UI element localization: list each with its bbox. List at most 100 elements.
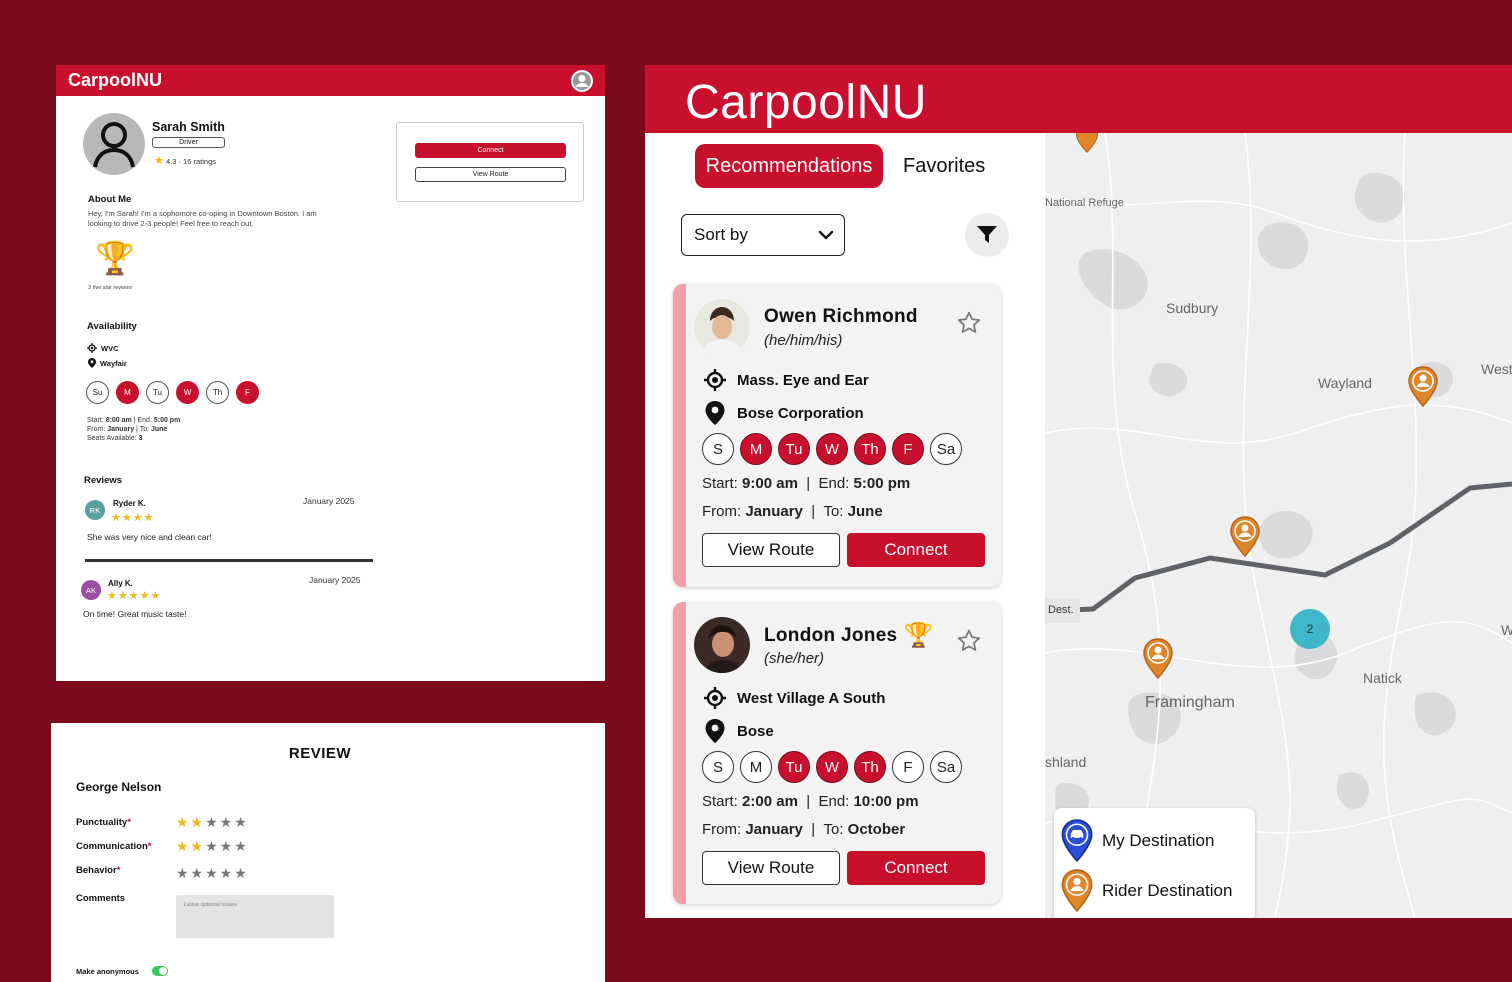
reviewer-avatar: RK [85,500,105,520]
end-time: 5:00 pm [853,475,911,492]
account-icon[interactable] [571,69,593,92]
map-place-label: W [1501,622,1512,638]
day-chip: F [236,381,259,404]
criterion-punctuality: Punctuality* [76,817,131,828]
day-chip: F [892,751,924,783]
day-chip: W [176,381,199,404]
profile-header-bar: CarpoolNU [56,65,605,96]
route-map[interactable]: National Refuge Sudbury Wayland West Fra… [1045,133,1512,918]
reviews-heading: Reviews [84,475,123,486]
anonymous-toggle[interactable] [152,966,168,976]
sort-by-dropdown[interactable]: Sort by [681,214,845,256]
filter-icon [977,226,997,243]
day-chip: S [702,751,734,783]
card-accent-stripe [673,284,686,587]
profile-days: Su M Tu W Th F [86,381,259,404]
reviewer-avatar: AK [81,580,101,600]
day-chip: Sa [930,751,962,783]
legend-row-my-destination: My Destination [1060,819,1214,863]
view-route-button[interactable]: View Route [702,533,840,567]
map-cluster-marker[interactable]: 2 [1290,609,1330,649]
communication-stars[interactable]: ★★★★★ [176,838,249,855]
map-background [1045,133,1512,918]
card-months: From: January | To: June [702,503,883,520]
seats-label: Seats Available: [87,435,137,442]
rating-star-icon: ★ [154,155,164,167]
location-pin-icon [88,358,96,368]
day-chip: W [816,433,848,465]
end-location-row: Bose Corporation [703,400,864,426]
rider-pin-icon[interactable] [1229,516,1261,558]
tab-recommendations[interactable]: Recommendations [695,144,883,188]
criterion-label: Behavior [76,865,117,876]
day-chip: Th [206,381,229,404]
to-label: To: [139,426,150,433]
from-label: From: [702,821,742,838]
filter-button[interactable] [965,213,1009,257]
criterion-label: Punctuality [76,817,128,828]
behavior-stars[interactable]: ★★★★★ [176,865,249,882]
end-location-text: Bose [737,722,774,740]
rider-pin-icon[interactable] [1071,133,1103,153]
comments-input[interactable]: Leave optional review [176,895,334,938]
card-months: From: January | To: October [702,821,906,838]
location-pin-icon [705,719,725,743]
day-chip: Th [854,751,886,783]
rider-pin-icon[interactable] [1407,366,1439,408]
criterion-communication: Communication* [76,841,152,852]
reviewee-name: George Nelson [76,780,162,794]
profile-view-route-button[interactable]: View Route [415,167,566,182]
card-times: Start: 2:00 am | End: 10:00 pm [702,793,919,810]
driver-photo [694,299,750,355]
day-chip: M [116,381,139,404]
favorite-star-icon[interactable] [956,310,982,336]
to-month: October [847,821,906,838]
crosshair-icon [704,687,726,709]
legend-label: Rider Destination [1102,881,1233,900]
punctuality-stars[interactable]: ★★★★★ [176,814,249,831]
driver-name-text: London Jones [764,625,898,646]
view-route-button[interactable]: View Route [702,851,840,885]
profile-connect-button[interactable]: Connect [415,143,566,158]
rider-pin-icon[interactable] [1142,638,1174,680]
favorite-star-icon[interactable] [956,628,982,654]
tab-favorites[interactable]: Favorites [903,144,985,188]
start-location-text: WVC [101,343,119,353]
start-location-row: West Village A South [703,686,885,710]
connect-button[interactable]: Connect [847,533,985,567]
profile-rating: ★ 4.3 · 16 ratings [154,154,216,167]
day-chip: Su [86,381,109,404]
connect-box: Connect View Route [396,122,584,202]
end-label: End: [137,417,152,424]
end-location-row: Bose [703,718,774,744]
map-place-label: shland [1045,754,1087,770]
rider-pin-icon [1061,869,1093,913]
rating-text: 4.3 · 16 ratings [165,157,216,166]
connect-button[interactable]: Connect [847,851,985,885]
from-month: January [107,426,135,433]
about-heading: About Me [88,194,132,205]
map-place-label: Sudbury [1166,300,1219,316]
trophy-icon: 🏆 [903,622,934,649]
start-location-row: WVC [87,343,119,353]
driver-card: Owen Richmond (he/him/his) Mass. Eye and… [673,284,1001,587]
review-date: January 2025 [303,496,355,506]
driver-profile-panel: CarpoolNU Sarah Smith Driver ★ 4.3 · 16 … [56,65,605,681]
legend-row-rider-destination: Rider Destination [1060,869,1232,913]
start-label: Start: [702,793,738,810]
map-place-label: Natick [1363,670,1402,686]
criterion-label: Communication [76,841,148,852]
review-stars: ★★★★ [111,512,155,524]
day-chip: Sa [930,433,962,465]
sort-by-label: Sort by [694,225,748,244]
card-accent-stripe [673,602,686,904]
map-place-label: Framingham [1145,694,1235,711]
end-location-text: Bose Corporation [737,404,864,422]
profile-schedule: Start: 8:00 am | End: 5:00 pm From: Janu… [87,417,181,442]
card-days: S M Tu W Th F Sa [702,433,962,465]
driver-pronouns: (she/her) [764,650,825,667]
role-badge: Driver [152,137,225,148]
app-brand-logo: CarpoolNU [685,76,927,129]
criterion-behavior: Behavior* [76,865,121,876]
profile-avatar [83,113,145,175]
